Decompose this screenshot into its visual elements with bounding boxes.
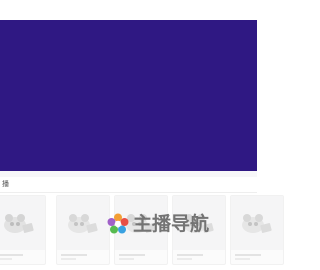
card-thumbnail [0, 196, 45, 250]
card-caption [177, 254, 221, 260]
panda-placeholder-icon [68, 214, 98, 233]
stream-card[interactable] [230, 195, 284, 265]
panda-placeholder-icon [242, 214, 272, 233]
panda-placeholder-icon [4, 214, 34, 233]
top-strip [0, 0, 257, 20]
hero-banner[interactable] [0, 20, 257, 171]
card-thumbnail [57, 196, 109, 250]
section-header: 播 [0, 177, 257, 193]
watermark: 主播导航 [106, 211, 209, 237]
stream-card[interactable] [0, 195, 46, 265]
card-caption [61, 254, 105, 260]
section-title: 播 [2, 180, 9, 188]
card-caption [119, 254, 163, 260]
bottom-edge [0, 266, 257, 270]
stream-card[interactable] [56, 195, 110, 265]
card-caption [235, 254, 279, 260]
card-thumbnail [231, 196, 283, 250]
card-caption [0, 254, 41, 260]
flower-logo-icon [107, 213, 129, 234]
watermark-text: 主播导航 [133, 213, 210, 235]
